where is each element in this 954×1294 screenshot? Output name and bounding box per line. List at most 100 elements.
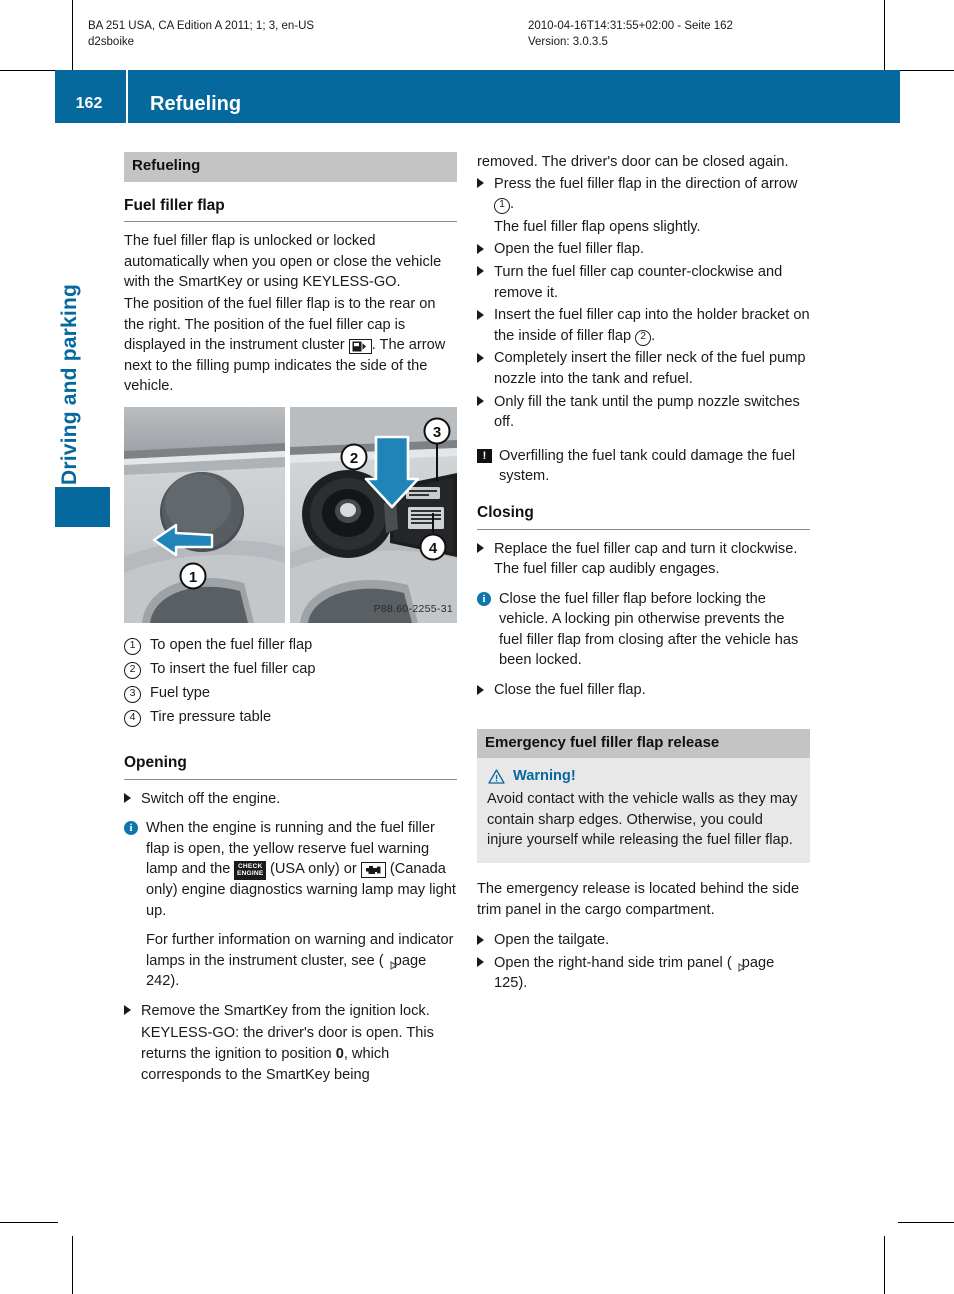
engine-diagnostics-icon	[360, 862, 386, 879]
figure-photo-flap-closed: 1	[124, 406, 285, 623]
legend-marker-2: 2	[124, 661, 141, 679]
inline-marker-2: 2	[635, 329, 652, 346]
warning-box: Warning! Avoid contact with the vehicle …	[477, 758, 810, 864]
step-text: Switch off the engine.	[141, 790, 281, 807]
figure-reference-code: P88.60-2255-31	[373, 603, 453, 616]
legend-marker-1: 1	[124, 637, 141, 655]
subheading-fuel-filler-flap: Fuel filler flap	[124, 196, 457, 223]
crop-mark-left-bottom	[0, 1222, 58, 1223]
paragraph-auto-lock: The fuel filler flap is unlocked or lock…	[124, 233, 442, 291]
legend-marker-3: 3	[124, 685, 141, 703]
step-bullet-icon	[477, 934, 484, 945]
flap-open-illustration: 2 3 4	[290, 406, 457, 623]
step-switch-off-engine: Switch off the engine.	[124, 789, 457, 810]
svg-text:1: 1	[189, 569, 197, 586]
legend-item: 1 To open the fuel filler flap	[124, 635, 457, 656]
step-bullet-icon	[477, 352, 484, 363]
info-icon: i	[477, 591, 491, 606]
print-header: BA 251 USA, CA Edition A 2011; 1; 3, en-…	[88, 18, 894, 60]
step-open-tailgate: Open the tailgate.	[477, 930, 810, 951]
page-title: Refueling	[150, 93, 242, 115]
legend-label-4: Tire pressure table	[150, 708, 272, 725]
step-text: Close the fuel filler flap.	[494, 682, 646, 699]
paragraph-emergency-location: The emergency release is located behind …	[477, 881, 800, 918]
substep-keyless-go: KEYLESS-GO: the driver's door is open. T…	[141, 1025, 434, 1083]
print-header-timestamp: 2010-04-16T14:31:55+02:00 - Seite 162	[528, 20, 733, 32]
info-icon: i	[124, 821, 138, 836]
note-further-info: For further information on warning and i…	[146, 932, 454, 990]
step-bullet-icon	[124, 1005, 131, 1016]
ignition-position-value: 0	[335, 1046, 344, 1063]
step-bullet-icon	[477, 957, 484, 968]
step-replace-cap: Replace the fuel filler cap and turn it …	[477, 539, 810, 580]
fuel-pump-glyph	[352, 341, 366, 352]
print-header-edition: BA 251 USA, CA Edition A 2011; 1; 3, en-…	[88, 20, 315, 32]
step-bullet-icon	[477, 684, 484, 695]
step-open-trim-panel: Open the right-hand side trim panel ( pa…	[477, 953, 810, 994]
section-heading-emergency-release: Emergency fuel filler flap release	[477, 728, 810, 759]
warning-triangle-glyph	[488, 769, 505, 784]
legend-item: 4 Tire pressure table	[124, 707, 457, 728]
step-bullet-icon	[477, 543, 484, 553]
step-insert-nozzle: Completely insert the filler neck of the…	[477, 348, 810, 389]
chapter-label: Driving and parking	[58, 284, 81, 485]
figure-fuel-filler-flap: 1 2 3 4 P88.60-2255-31	[124, 406, 457, 623]
print-header-version: Version: 3.0.3.5	[528, 36, 608, 48]
step-bullet-icon	[477, 396, 484, 407]
warning-box-body: Warning! Avoid contact with the vehicle …	[477, 758, 810, 864]
subheading-opening: Opening	[124, 753, 457, 780]
figure-legend: 1 To open the fuel filler flap 2 To inse…	[124, 635, 457, 728]
legend-item: 2 To insert the fuel filler cap	[124, 659, 457, 680]
step-open-flap: Open the fuel filler flap.	[477, 239, 810, 260]
crop-mark-bottom-right	[884, 1236, 885, 1294]
step-bullet-icon	[477, 178, 484, 189]
svg-text:4: 4	[429, 540, 438, 557]
step-press-flap: Press the fuel filler flap in the direct…	[477, 174, 810, 215]
step-remove-smartkey: Remove the SmartKey from the ignition lo…	[124, 1001, 457, 1022]
legend-item: 3 Fuel type	[124, 683, 457, 704]
cross-reference-arrow-icon	[384, 957, 398, 970]
step-turn-cap: Turn the fuel filler cap counter-clockwi…	[477, 262, 810, 303]
crop-mark-bottom-left	[72, 1236, 73, 1294]
banner-divider	[126, 70, 128, 123]
crop-mark-top-left	[72, 0, 73, 70]
note-close-flap-before-locking: i Close the fuel filler flap before lock…	[477, 589, 810, 671]
note-text: Close the fuel filler flap before lockin…	[499, 590, 799, 669]
step-close-flap: Close the fuel filler flap.	[477, 680, 810, 701]
subheading-closing: Closing	[477, 503, 810, 530]
caution-icon: !	[477, 448, 492, 463]
substep-flap-opens: The fuel filler flap opens slightly.	[494, 218, 701, 235]
step-text: Turn the fuel filler cap counter-clockwi…	[494, 263, 783, 301]
note-engine-running: i When the engine is running and the fue…	[124, 818, 457, 992]
callout-circle-1: 1	[179, 562, 207, 590]
section-heading-refueling: Refueling	[124, 152, 457, 182]
print-header-right: 2010-04-16T14:31:55+02:00 - Seite 162 Ve…	[528, 18, 733, 50]
note-text-part2: (USA only) or	[270, 861, 357, 878]
step-text: Open the tailgate.	[494, 932, 610, 949]
paragraph-flap-position: The position of the fuel filler flap is …	[124, 295, 446, 395]
warning-title-text: Warning!	[513, 768, 576, 785]
legend-marker-4: 4	[124, 709, 141, 727]
legend-label-3: Fuel type	[150, 684, 211, 701]
step-text: Completely insert the filler neck of the…	[494, 350, 806, 387]
svg-text:2: 2	[350, 450, 358, 467]
flap-closed-illustration: 1	[124, 406, 285, 623]
cross-reference-arrow-icon	[732, 959, 746, 972]
page-number: 162	[75, 95, 103, 112]
warning-triangle-icon	[488, 769, 505, 784]
step-text: Remove the SmartKey from the ignition lo…	[141, 1002, 430, 1019]
crop-mark-right-bottom	[898, 1222, 954, 1223]
figure-photo-flap-open: 2 3 4	[290, 406, 457, 623]
step-bullet-icon	[477, 309, 484, 320]
step-bullet-icon	[124, 793, 131, 804]
paragraph-continued: removed. The driver's door can be closed…	[477, 154, 789, 170]
step-text: Only fill the tank until the pump nozzle…	[494, 393, 800, 431]
step-bullet-icon	[477, 243, 484, 254]
legend-label-1: To open the fuel filler flap	[150, 636, 313, 653]
engine-glyph	[365, 866, 381, 875]
callout-circle-2: 2	[340, 443, 368, 471]
legend-label-2: To insert the fuel filler cap	[150, 660, 316, 677]
caution-text: Overfilling the fuel tank could damage t…	[499, 447, 796, 485]
warning-title-row: Warning!	[487, 767, 800, 786]
print-header-left: BA 251 USA, CA Edition A 2011; 1; 3, en-…	[88, 18, 314, 50]
